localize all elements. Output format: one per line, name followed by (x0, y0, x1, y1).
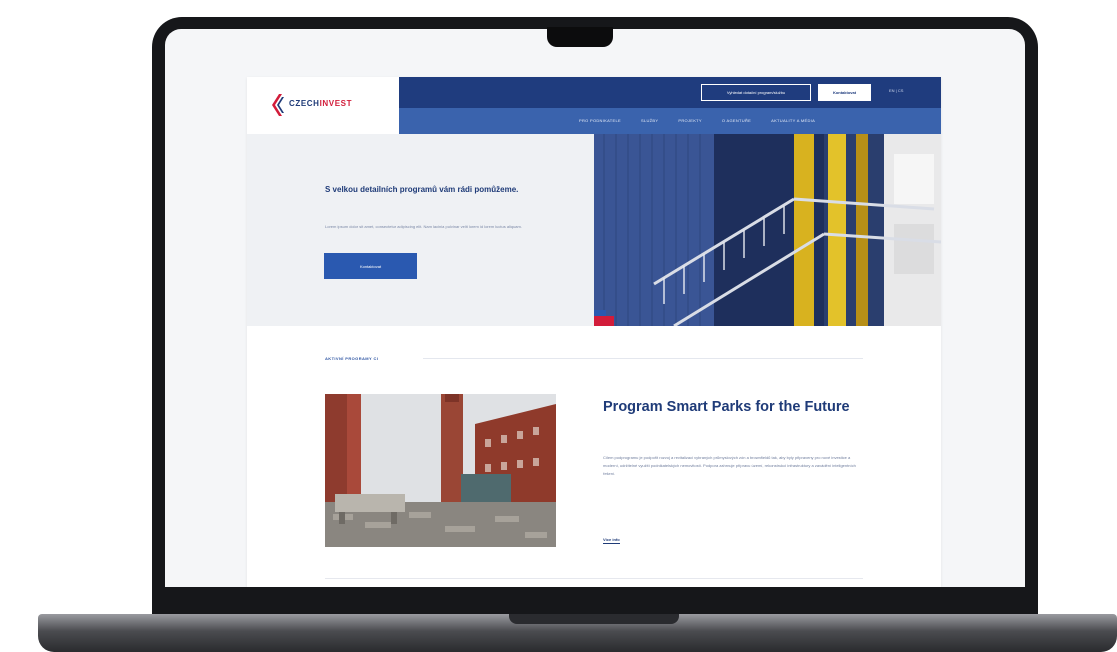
hero-image (594, 134, 941, 326)
nav-item[interactable]: PRO PODNIKATELE (579, 118, 621, 123)
divider (325, 578, 863, 579)
program-description: Cílem podprogramu je podpořit rozvoj a r… (603, 455, 856, 476)
hero-text: Lorem ipsum dolor sit amet, consectetur … (325, 224, 522, 229)
logo[interactable]: CZECHINVEST (247, 77, 399, 134)
logo-icon (272, 94, 284, 116)
main-nav: PRO PODNIKATELE SLUŽBY PROJEKTY O AGENTU… (399, 108, 941, 134)
site-header: CZECHINVEST Vyhledat dotační program/slu… (247, 77, 941, 134)
program-title: Program Smart Parks for the Future (603, 399, 850, 415)
website-mockup: CZECHINVEST Vyhledat dotační program/slu… (247, 77, 941, 587)
header-top-bar: Vyhledat dotační program/službu Kontakto… (399, 77, 941, 108)
hero-title: S velkou detailních programů vám rádi po… (325, 185, 519, 194)
program-image (325, 394, 556, 547)
language-switcher[interactable]: EN | CS (889, 88, 903, 93)
more-info-link[interactable]: Více info (603, 537, 620, 544)
hero-contact-button[interactable]: Kontaktovat (324, 253, 417, 279)
nav-item[interactable]: PROJEKTY (678, 118, 702, 123)
laptop-screen: CZECHINVEST Vyhledat dotační program/slu… (165, 29, 1025, 587)
camera-notch (547, 27, 613, 47)
section-label: AKTIVNÍ PROGRAMY CI (325, 356, 379, 361)
divider (423, 358, 863, 359)
search-program-button[interactable]: Vyhledat dotační program/službu (701, 84, 811, 101)
nav-item[interactable]: SLUŽBY (641, 118, 658, 123)
nav-item[interactable]: AKTUALITY A MÉDIA (771, 118, 815, 123)
logo-text: CZECHINVEST (289, 99, 353, 108)
nav-item[interactable]: O AGENTUŘE (722, 118, 751, 123)
hero-section: S velkou detailních programů vám rádi po… (247, 134, 941, 326)
laptop-hinge-groove (509, 614, 679, 624)
contact-button[interactable]: Kontaktovat (818, 84, 871, 101)
